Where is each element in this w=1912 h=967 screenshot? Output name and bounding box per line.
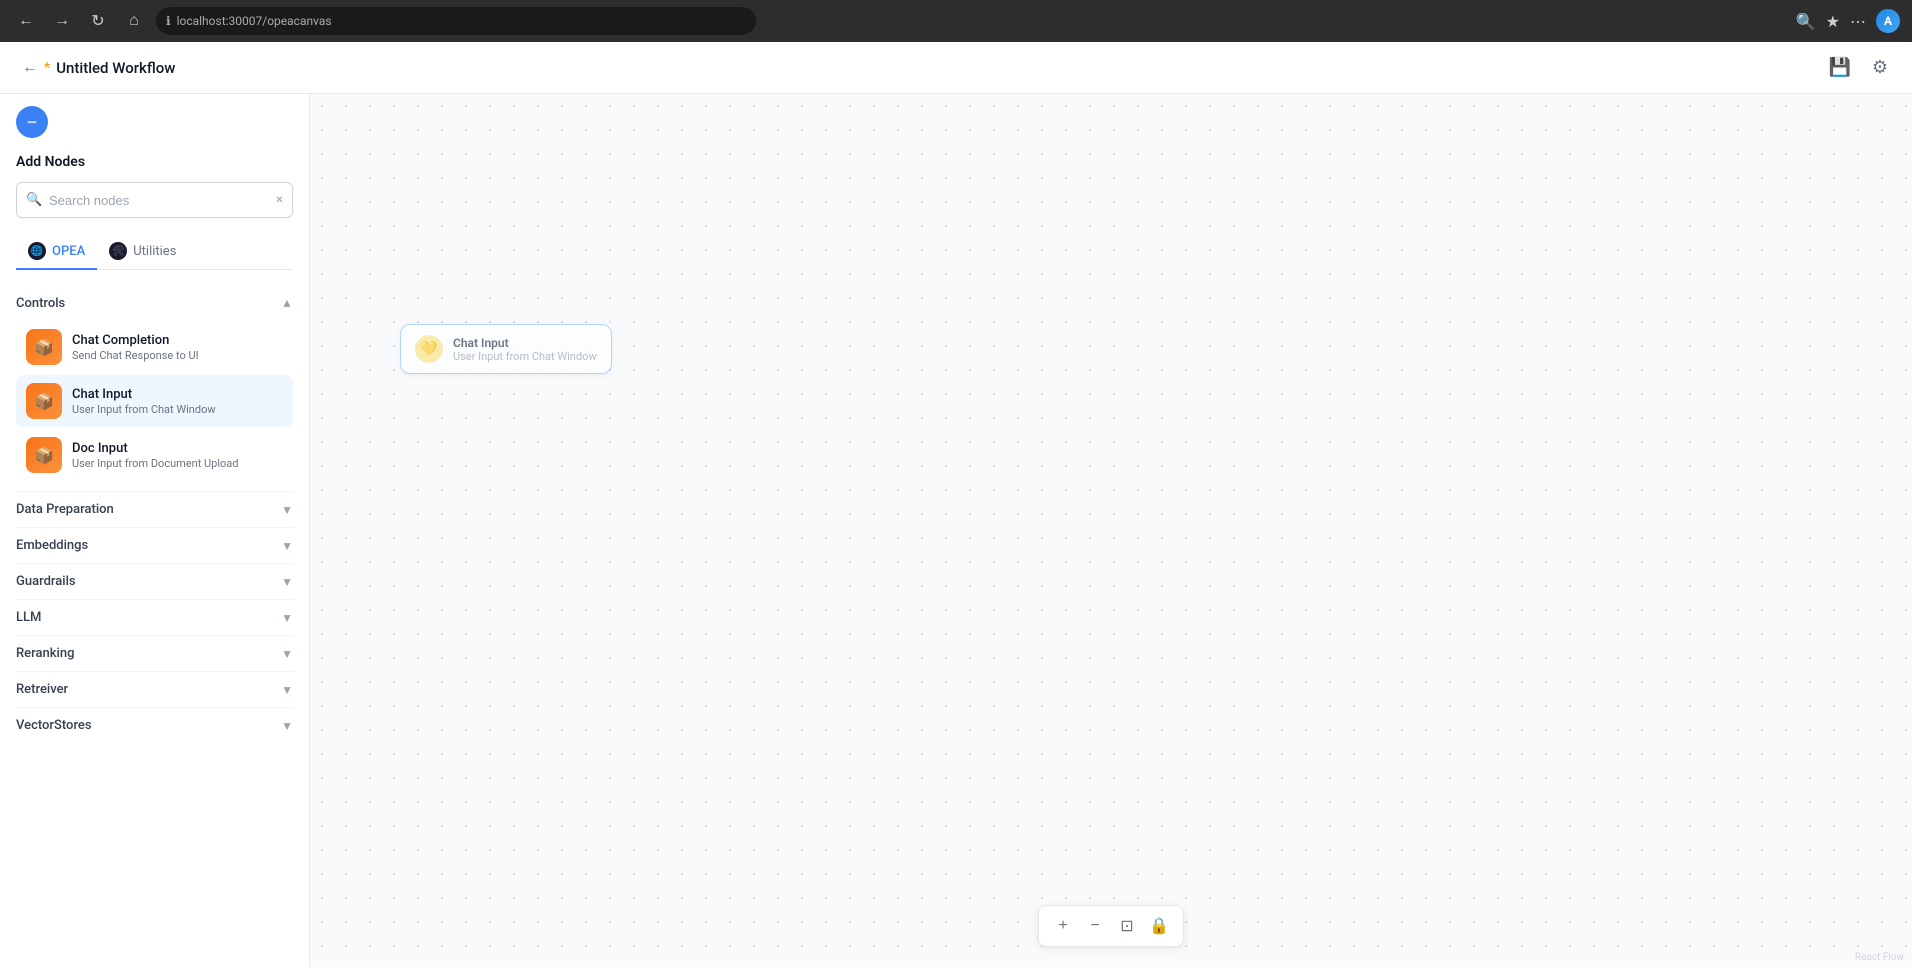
workflow-title: * Untitled Workflow [44,59,175,77]
react-flow-watermark: React Flow [1855,952,1904,963]
section-data-preparation-header[interactable]: Data Preparation ▼ [16,491,293,527]
ghost-node-name: Chat Input [453,336,597,350]
search-input[interactable] [16,182,293,218]
tab-opea[interactable]: 🌐 OPEA [16,234,97,270]
header-actions: 💾 ⚙ [1824,52,1896,84]
data-preparation-chevron-icon: ▼ [281,503,293,517]
section-embeddings-header[interactable]: Embeddings ▼ [16,527,293,563]
chat-completion-icon: 📦 [26,329,62,365]
browser-url-text: localhost:30007/opeacanvas [177,14,332,28]
search-icon: 🔍 [26,193,42,208]
guardrails-title: Guardrails [16,574,76,589]
browser-info-icon: ℹ [166,14,171,28]
browser-avatar[interactable]: A [1876,9,1900,33]
chat-completion-name: Chat Completion [72,333,283,348]
utilities-tab-label: Utilities [133,244,176,259]
doc-input-text: Doc Input User Input from Document Uploa… [72,441,283,470]
data-preparation-title: Data Preparation [16,502,114,517]
main-layout: − Add Nodes 🔍 × 🌐 OPEA 🛠 Utilities [0,94,1912,967]
ghost-node-desc: User Input from Chat Window [453,350,597,363]
unsaved-indicator: * [44,60,50,76]
section-retreiver-header[interactable]: Retreiver ▼ [16,671,293,707]
opea-tab-label: OPEA [52,244,85,259]
search-box: 🔍 × [16,182,293,218]
add-nodes-title: Add Nodes [16,154,293,170]
browser-forward-btn[interactable]: → [48,7,76,35]
browser-url-bar[interactable]: ℹ localhost:30007/opeacanvas [156,7,756,35]
node-chat-completion[interactable]: 📦 Chat Completion Send Chat Response to … [16,321,293,373]
vectorstores-title: VectorStores [16,718,92,733]
section-vectorstores-header[interactable]: VectorStores ▼ [16,707,293,743]
llm-chevron-icon: ▼ [281,611,293,625]
save-button[interactable]: 💾 [1824,52,1856,84]
node-doc-input[interactable]: 📦 Doc Input User Input from Document Upl… [16,429,293,481]
embeddings-title: Embeddings [16,538,88,553]
section-controls-title: Controls [16,296,65,311]
doc-input-icon: 📦 [26,437,62,473]
retreiver-title: Retreiver [16,682,68,697]
controls-node-list: 📦 Chat Completion Send Chat Response to … [16,321,293,491]
fit-view-button[interactable]: ⊡ [1113,912,1141,940]
collapse-button[interactable]: − [16,106,48,138]
utilities-tab-icon: 🛠 [109,242,127,260]
retreiver-chevron-icon: ▼ [281,683,293,697]
llm-title: LLM [16,610,41,625]
zoom-in-button[interactable]: + [1049,912,1077,940]
doc-input-name: Doc Input [72,441,283,456]
workflow-name: Untitled Workflow [56,59,175,77]
chat-completion-text: Chat Completion Send Chat Response to UI [72,333,283,362]
browser-home-btn[interactable]: ⌂ [120,7,148,35]
tab-utilities[interactable]: 🛠 Utilities [97,234,188,270]
zoom-out-button[interactable]: − [1081,912,1109,940]
embeddings-chevron-icon: ▼ [281,539,293,553]
back-button[interactable]: ← [16,54,44,82]
browser-zoom-icon[interactable]: 🔍 [1796,12,1816,31]
node-chat-input[interactable]: 📦 Chat Input User Input from Chat Window [16,375,293,427]
chat-input-icon: 📦 [26,383,62,419]
browser-refresh-btn[interactable]: ↻ [84,7,112,35]
chat-completion-desc: Send Chat Response to UI [72,349,283,362]
section-llm-header[interactable]: LLM ▼ [16,599,293,635]
section-reranking-header[interactable]: Reranking ▼ [16,635,293,671]
chat-input-text: Chat Input User Input from Chat Window [72,387,283,416]
section-controls-header[interactable]: Controls ▼ [16,286,293,321]
lock-button[interactable]: 🔒 [1145,912,1173,940]
browser-actions: 🔍 ★ ⋯ A [1796,9,1900,33]
reranking-chevron-icon: ▼ [281,647,293,661]
sidebar-inner: Add Nodes 🔍 × 🌐 OPEA 🛠 Utilities [0,94,309,967]
guardrails-chevron-icon: ▼ [281,575,293,589]
settings-button[interactable]: ⚙ [1864,52,1896,84]
browser-back-btn[interactable]: ← [12,7,40,35]
chat-input-name: Chat Input [72,387,283,402]
sidebar: − Add Nodes 🔍 × 🌐 OPEA 🛠 Utilities [0,94,310,967]
ghost-node-icon: 💛 [415,335,443,363]
browser-more-icon[interactable]: ⋯ [1850,12,1866,31]
chat-input-desc: User Input from Chat Window [72,403,283,416]
doc-input-desc: User Input from Document Upload [72,457,283,470]
browser-chrome: ← → ↻ ⌂ ℹ localhost:30007/opeacanvas 🔍 ★… [0,0,1912,42]
section-guardrails-header[interactable]: Guardrails ▼ [16,563,293,599]
search-clear-icon[interactable]: × [276,193,283,208]
vectorstores-chevron-icon: ▼ [281,719,293,733]
app-header: ← * Untitled Workflow 💾 ⚙ [0,42,1912,94]
ghost-node-text: Chat Input User Input from Chat Window [453,336,597,363]
tab-row: 🌐 OPEA 🛠 Utilities [16,234,293,270]
canvas-toolbar: + − ⊡ 🔒 [1038,905,1184,947]
controls-chevron-icon: ▼ [281,297,293,311]
section-controls: Controls ▼ 📦 Chat Completion Send Chat R… [16,286,293,491]
browser-bookmark-icon[interactable]: ★ [1826,12,1840,31]
reranking-title: Reranking [16,646,74,661]
opea-tab-icon: 🌐 [28,242,46,260]
ghost-node: 💛 Chat Input User Input from Chat Window [400,324,612,374]
canvas[interactable]: 💛 Chat Input User Input from Chat Window… [310,94,1912,967]
